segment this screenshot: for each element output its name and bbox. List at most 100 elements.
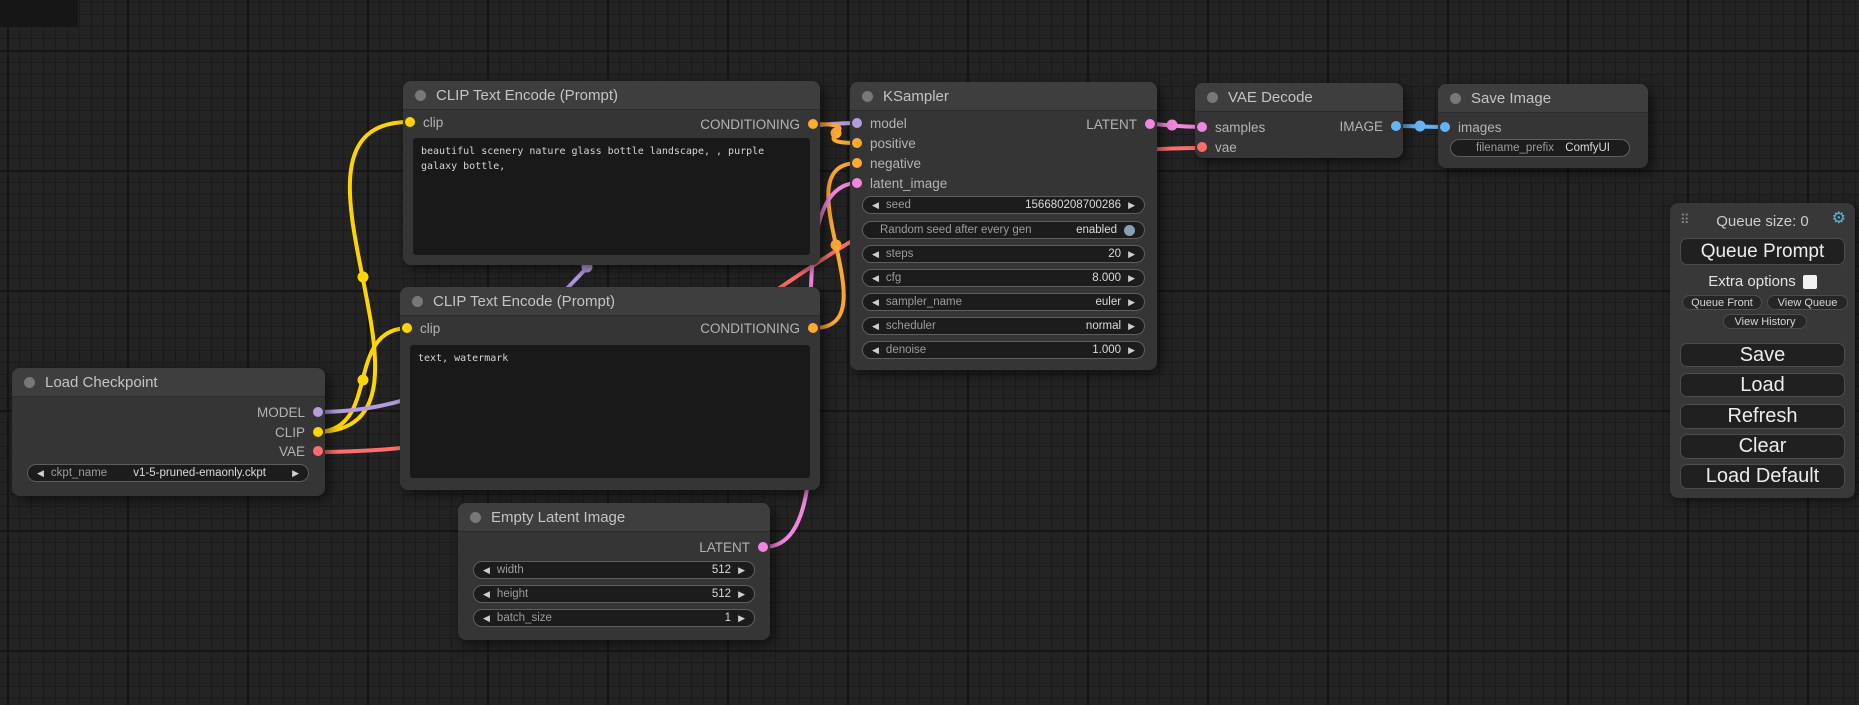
batch-size-widget[interactable]: ◀ batch_size 1 ▶ xyxy=(473,609,755,627)
widget-value[interactable]: 1 xyxy=(725,612,731,624)
conditioning-slot-icon[interactable] xyxy=(852,138,862,148)
widget-value[interactable]: v1-5-pruned-emaonly.ckpt xyxy=(133,467,266,479)
output-slot-vae[interactable]: VAE xyxy=(279,442,323,460)
extra-options-checkbox[interactable] xyxy=(1803,275,1817,289)
node-title-bar[interactable]: CLIP Text Encode (Prompt) xyxy=(400,287,820,316)
node-vae-decode[interactable]: VAE Decode samples vae IMAGE xyxy=(1195,83,1403,158)
model-slot-icon[interactable] xyxy=(313,407,323,417)
clip-slot-icon[interactable] xyxy=(313,427,323,437)
output-slot-latent[interactable]: LATENT xyxy=(1086,115,1155,133)
widget-value[interactable]: 8.000 xyxy=(1092,272,1121,284)
decrement-arrow-icon[interactable]: ◀ xyxy=(483,590,490,599)
collapse-dot-icon[interactable] xyxy=(862,91,873,102)
output-slot-clip[interactable]: CLIP xyxy=(275,423,323,441)
widget-value[interactable]: euler xyxy=(1096,296,1122,308)
input-slot-images[interactable]: images xyxy=(1440,118,1502,136)
queue-prompt-button[interactable]: Queue Prompt xyxy=(1680,238,1845,265)
input-slot-samples[interactable]: samples xyxy=(1197,118,1265,136)
node-title-bar[interactable]: KSampler xyxy=(850,82,1157,111)
input-slot-vae[interactable]: vae xyxy=(1197,138,1237,156)
output-slot-conditioning[interactable]: CONDITIONING xyxy=(700,319,818,337)
input-slot-model[interactable]: model xyxy=(852,114,907,132)
random-seed-toggle-widget[interactable]: Random seed after every gen enabled xyxy=(862,221,1145,239)
latent-slot-icon[interactable] xyxy=(758,542,768,552)
collapse-dot-icon[interactable] xyxy=(1207,92,1218,103)
decrement-arrow-icon[interactable]: ◀ xyxy=(37,469,44,478)
widget-value[interactable]: ComfyUI xyxy=(1565,142,1610,154)
view-queue-button[interactable]: View Queue xyxy=(1767,295,1848,310)
increment-arrow-icon[interactable]: ▶ xyxy=(738,614,745,623)
output-slot-model[interactable]: MODEL xyxy=(257,403,323,421)
vae-slot-icon[interactable] xyxy=(313,446,323,456)
denoise-widget[interactable]: ◀ denoise 1.000 ▶ xyxy=(862,341,1145,359)
widget-value[interactable]: 1.000 xyxy=(1092,344,1121,356)
widget-value[interactable]: enabled xyxy=(1076,224,1117,236)
widget-value[interactable]: 156680208700286 xyxy=(1025,199,1121,211)
negative-prompt-textarea[interactable]: text, watermark xyxy=(410,345,810,478)
node-title-bar[interactable]: CLIP Text Encode (Prompt) xyxy=(403,81,820,110)
collapse-dot-icon[interactable] xyxy=(470,512,481,523)
conditioning-slot-icon[interactable] xyxy=(808,119,818,129)
steps-widget[interactable]: ◀ steps 20 ▶ xyxy=(862,245,1145,263)
decrement-arrow-icon[interactable]: ◀ xyxy=(483,566,490,575)
increment-arrow-icon[interactable]: ▶ xyxy=(292,469,299,478)
output-slot-latent[interactable]: LATENT xyxy=(699,538,768,556)
decrement-arrow-icon[interactable]: ◀ xyxy=(872,201,879,210)
increment-arrow-icon[interactable]: ▶ xyxy=(1128,274,1135,283)
filename-prefix-widget[interactable]: filename_prefix ComfyUI xyxy=(1450,139,1630,157)
input-slot-clip[interactable]: clip xyxy=(402,319,440,337)
model-slot-icon[interactable] xyxy=(852,118,862,128)
scheduler-widget[interactable]: ◀ scheduler normal ▶ xyxy=(862,317,1145,335)
collapse-dot-icon[interactable] xyxy=(1450,93,1461,104)
increment-arrow-icon[interactable]: ▶ xyxy=(738,590,745,599)
increment-arrow-icon[interactable]: ▶ xyxy=(738,566,745,575)
latent-slot-icon[interactable] xyxy=(852,178,862,188)
input-slot-positive[interactable]: positive xyxy=(852,134,916,152)
node-title-bar[interactable]: VAE Decode xyxy=(1195,83,1403,112)
image-slot-icon[interactable] xyxy=(1391,121,1401,131)
node-title-bar[interactable]: Load Checkpoint xyxy=(12,368,325,397)
increment-arrow-icon[interactable]: ▶ xyxy=(1128,250,1135,259)
decrement-arrow-icon[interactable]: ◀ xyxy=(872,274,879,283)
cfg-widget[interactable]: ◀ cfg 8.000 ▶ xyxy=(862,269,1145,287)
node-graph-canvas[interactable]: Load Checkpoint MODEL CLIP VAE ◀ ckpt_na… xyxy=(0,0,1859,705)
clip-slot-icon[interactable] xyxy=(405,117,415,127)
width-widget[interactable]: ◀ width 512 ▶ xyxy=(473,561,755,579)
node-title-bar[interactable]: Save Image xyxy=(1438,84,1648,113)
save-button[interactable]: Save xyxy=(1680,343,1845,367)
node-clip-text-encode-positive[interactable]: CLIP Text Encode (Prompt) clip CONDITION… xyxy=(403,81,820,265)
clip-slot-icon[interactable] xyxy=(402,323,412,333)
increment-arrow-icon[interactable]: ▶ xyxy=(1128,298,1135,307)
toggle-icon[interactable] xyxy=(1124,225,1135,236)
decrement-arrow-icon[interactable]: ◀ xyxy=(872,298,879,307)
load-button[interactable]: Load xyxy=(1680,373,1845,397)
queue-front-button[interactable]: Queue Front xyxy=(1682,295,1762,310)
increment-arrow-icon[interactable]: ▶ xyxy=(1128,346,1135,355)
node-ksampler[interactable]: KSampler model positive negative latent_… xyxy=(850,82,1157,370)
view-history-button[interactable]: View History xyxy=(1723,314,1807,329)
increment-arrow-icon[interactable]: ▶ xyxy=(1128,322,1135,331)
widget-value[interactable]: 512 xyxy=(712,588,731,600)
increment-arrow-icon[interactable]: ▶ xyxy=(1128,201,1135,210)
collapse-dot-icon[interactable] xyxy=(415,90,426,101)
widget-value[interactable]: 20 xyxy=(1108,248,1121,260)
latent-slot-icon[interactable] xyxy=(1197,122,1207,132)
input-slot-clip[interactable]: clip xyxy=(405,113,443,131)
decrement-arrow-icon[interactable]: ◀ xyxy=(872,346,879,355)
clear-button[interactable]: Clear xyxy=(1680,434,1845,459)
conditioning-slot-icon[interactable] xyxy=(808,323,818,333)
node-load-checkpoint[interactable]: Load Checkpoint MODEL CLIP VAE ◀ ckpt_na… xyxy=(12,368,325,496)
ckpt-name-widget[interactable]: ◀ ckpt_name v1-5-pruned-emaonly.ckpt ▶ xyxy=(27,464,309,482)
decrement-arrow-icon[interactable]: ◀ xyxy=(483,614,490,623)
widget-value[interactable]: normal xyxy=(1086,320,1121,332)
positive-prompt-textarea[interactable]: beautiful scenery nature glass bottle la… xyxy=(413,138,810,255)
sampler-name-widget[interactable]: ◀ sampler_name euler ▶ xyxy=(862,293,1145,311)
decrement-arrow-icon[interactable]: ◀ xyxy=(872,250,879,259)
node-clip-text-encode-negative[interactable]: CLIP Text Encode (Prompt) clip CONDITION… xyxy=(400,287,820,490)
refresh-button[interactable]: Refresh xyxy=(1680,404,1845,429)
seed-widget[interactable]: ◀ seed 156680208700286 ▶ xyxy=(862,196,1145,214)
input-slot-negative[interactable]: negative xyxy=(852,154,921,172)
vae-slot-icon[interactable] xyxy=(1197,142,1207,152)
output-slot-image[interactable]: IMAGE xyxy=(1339,117,1401,135)
node-empty-latent-image[interactable]: Empty Latent Image LATENT ◀ width 512 ▶ … xyxy=(458,503,770,640)
